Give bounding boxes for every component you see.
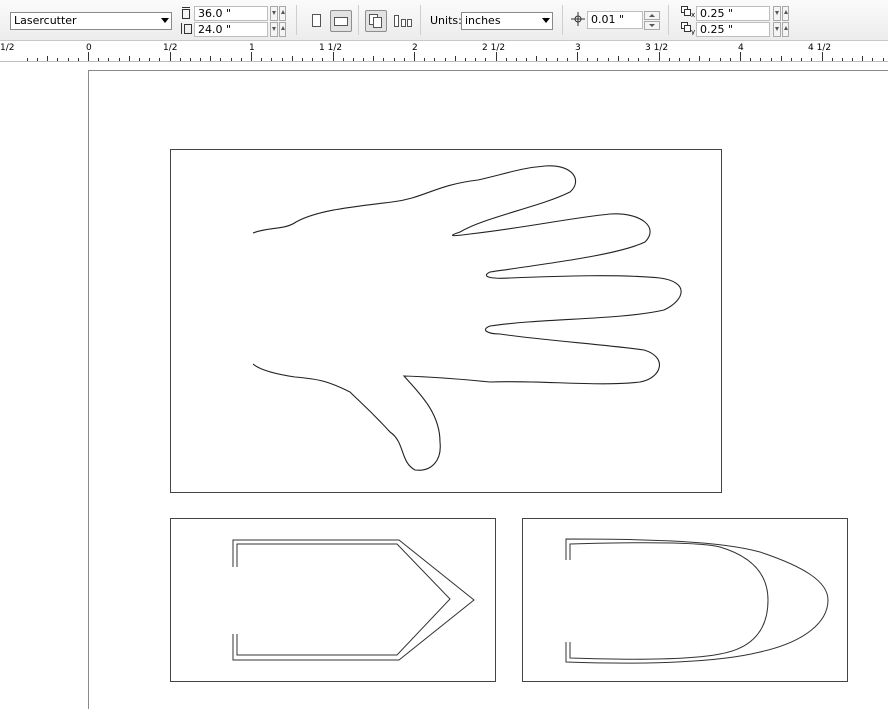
ruler-label: 1 xyxy=(249,43,255,53)
duplicate-y-field[interactable]: 0.25 " xyxy=(696,22,770,37)
duplicate-x-value: 0.25 " xyxy=(700,7,734,20)
hand-frame-rectangle[interactable] xyxy=(170,149,722,493)
current-page-icon xyxy=(394,15,412,27)
ruler-label: 4 xyxy=(738,43,744,53)
horizontal-ruler[interactable]: 1/2 0 1/2 1 1 1/2 2 2 1/2 3 3 1/2 4 4 1/… xyxy=(0,41,888,62)
nudge-value: 0.01 " xyxy=(591,13,625,26)
duplicate-x-field[interactable]: 0.25 " xyxy=(696,6,770,21)
duplicate-y-icon: y xyxy=(681,22,695,35)
duplicate-y-value: 0.25 " xyxy=(700,23,734,36)
toolbar-separator xyxy=(296,5,297,35)
landscape-icon xyxy=(334,17,348,26)
toolbar-separator xyxy=(420,5,421,35)
svg-text:y: y xyxy=(691,28,695,35)
round-tag-outer-shape[interactable] xyxy=(565,538,829,664)
ruler-label: 1 1/2 xyxy=(319,43,343,53)
ruler-label: 3 xyxy=(575,43,581,53)
page-preset-value: Lasercutter xyxy=(14,14,77,27)
hand-outline-shape[interactable] xyxy=(252,165,682,471)
chevron-down-icon xyxy=(542,18,550,23)
round-tag-inner-shape[interactable] xyxy=(569,542,769,660)
ruler-label: 4 1/2 xyxy=(808,43,832,53)
nudge-field[interactable]: 0.01 " xyxy=(587,11,643,29)
chevron-up-icon[interactable] xyxy=(644,11,660,20)
units-label: Units: xyxy=(430,14,462,27)
chevron-down-icon[interactable] xyxy=(270,6,278,21)
chevron-down-icon[interactable] xyxy=(270,22,278,37)
page-preset-dropdown[interactable]: Lasercutter xyxy=(10,12,172,30)
page-width-value: 36.0 " xyxy=(198,7,232,20)
ruler-label: 2 1/2 xyxy=(482,43,506,53)
ruler-ticks xyxy=(27,52,884,61)
units-value: inches xyxy=(465,14,501,27)
chevron-down-icon[interactable] xyxy=(773,6,781,21)
all-pages-icon xyxy=(369,14,382,28)
duplicate-x-icon: x xyxy=(681,6,695,18)
chevron-up-icon[interactable] xyxy=(278,22,286,37)
page-height-icon xyxy=(181,23,192,34)
toolbar-separator xyxy=(668,5,669,35)
arrow-tag-inner-shape[interactable] xyxy=(232,539,475,661)
chevron-up-icon[interactable] xyxy=(781,6,789,21)
page-height-field[interactable]: 24.0 " xyxy=(194,22,268,37)
page-width-spinner[interactable] xyxy=(270,6,286,21)
page-width-icon xyxy=(182,7,190,19)
ruler-label: 3 1/2 xyxy=(645,43,669,53)
page-height-value: 24.0 " xyxy=(198,23,232,36)
all-pages-button[interactable] xyxy=(365,10,387,32)
page-width-field[interactable]: 36.0 " xyxy=(194,6,268,21)
units-dropdown[interactable]: inches xyxy=(461,12,553,30)
property-bar: Lasercutter 36.0 " 24.0 " Units: inches … xyxy=(0,0,888,41)
nudge-spinner[interactable] xyxy=(644,11,660,30)
drawing-objects xyxy=(170,149,848,682)
current-page-button[interactable] xyxy=(392,10,414,32)
arrow-frame-rectangle[interactable] xyxy=(170,518,496,682)
chevron-down-icon xyxy=(161,18,169,23)
chevron-up-icon[interactable] xyxy=(781,22,789,37)
svg-text:x: x xyxy=(691,11,695,18)
portrait-button[interactable] xyxy=(305,10,327,32)
duplicate-x-spinner[interactable] xyxy=(773,6,789,21)
drawing-canvas[interactable] xyxy=(0,62,888,709)
portrait-icon xyxy=(312,14,321,27)
landscape-button[interactable] xyxy=(330,10,352,32)
nudge-icon xyxy=(571,12,585,26)
duplicate-y-spinner[interactable] xyxy=(773,22,789,37)
arrow-tag-outer-shape[interactable] xyxy=(236,543,451,656)
ruler-label: 2 xyxy=(412,43,418,53)
chevron-down-icon[interactable] xyxy=(644,21,660,30)
chevron-up-icon[interactable] xyxy=(278,6,286,21)
chevron-down-icon[interactable] xyxy=(773,22,781,37)
page-height-spinner[interactable] xyxy=(270,22,286,37)
ruler-label: 1/2 xyxy=(163,43,178,53)
ruler-label: 0 xyxy=(86,43,92,53)
toolbar-separator xyxy=(358,5,359,35)
ruler-label: 1/2 xyxy=(0,43,15,53)
toolbar-separator xyxy=(562,5,563,35)
